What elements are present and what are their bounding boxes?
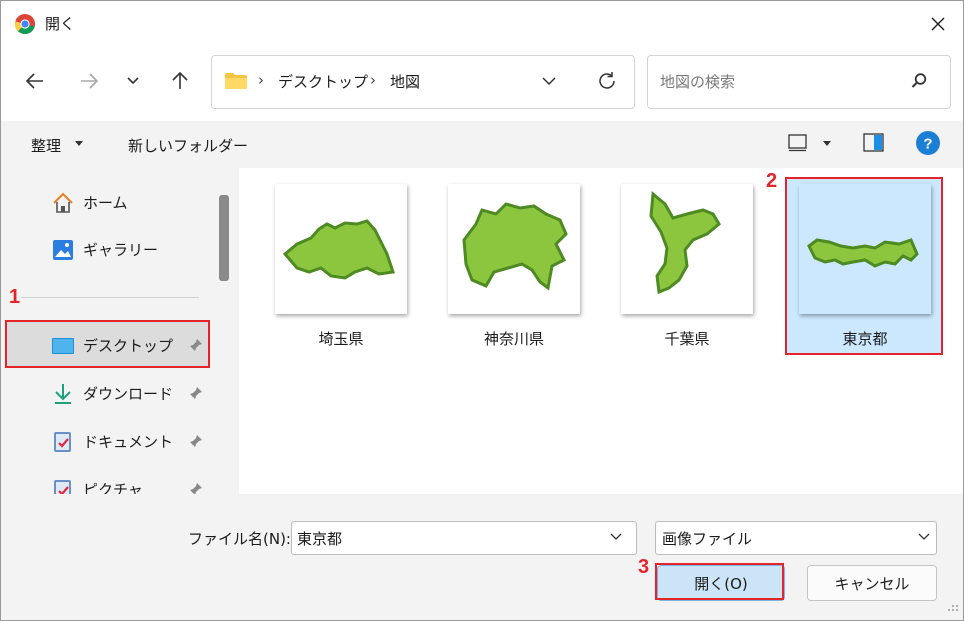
gallery-icon bbox=[53, 240, 73, 260]
chevron-down-icon[interactable] bbox=[610, 533, 622, 541]
refresh-icon[interactable] bbox=[596, 70, 618, 92]
sidebar-item-gallery[interactable]: ギャラリー bbox=[7, 226, 209, 272]
documents-icon bbox=[54, 432, 71, 452]
file-thumbnail bbox=[275, 184, 407, 314]
back-arrow-icon bbox=[25, 73, 43, 89]
sidebar-item-label: ドキュメント bbox=[83, 433, 174, 451]
up-arrow-icon bbox=[172, 71, 188, 89]
forward-button[interactable] bbox=[74, 66, 104, 96]
scrollbar-thumb[interactable] bbox=[219, 195, 229, 281]
highlight-open-button bbox=[655, 563, 784, 600]
back-button[interactable] bbox=[20, 66, 50, 96]
breadcrumb-map[interactable]: 地図 bbox=[390, 71, 420, 92]
close-button[interactable] bbox=[921, 7, 955, 41]
recent-locations-button[interactable] bbox=[118, 66, 148, 96]
help-icon[interactable]: ? bbox=[915, 130, 941, 156]
breadcrumb-desktop[interactable]: デスクトップ bbox=[278, 71, 368, 92]
search-input[interactable] bbox=[658, 70, 902, 94]
highlight-desktop bbox=[5, 320, 210, 368]
window-title: 開く bbox=[45, 15, 76, 33]
chevron-down-icon[interactable] bbox=[918, 533, 930, 541]
sidebar-divider bbox=[21, 297, 199, 298]
filename-label: ファイル名(N): bbox=[188, 530, 291, 548]
pin-icon[interactable] bbox=[189, 434, 203, 448]
file-name: 埼玉県 bbox=[318, 330, 364, 348]
filename-value[interactable]: 東京都 bbox=[297, 528, 342, 549]
address-bar[interactable]: › デスクトップ › 地図 bbox=[211, 55, 635, 109]
sidebar-item-label: ホーム bbox=[83, 194, 128, 212]
pin-icon[interactable] bbox=[189, 482, 203, 494]
home-icon bbox=[53, 192, 73, 213]
map-shape-saitama bbox=[282, 219, 395, 280]
filename-field[interactable]: 東京都 bbox=[291, 521, 637, 555]
file-tile-chiba[interactable]: 千葉県 bbox=[609, 178, 765, 355]
chevron-down-icon[interactable] bbox=[540, 72, 558, 90]
sidebar-scrollbar[interactable] bbox=[213, 168, 237, 494]
search-icon[interactable] bbox=[910, 72, 928, 90]
file-thumbnail bbox=[448, 184, 580, 314]
sidebar-item-documents[interactable]: ドキュメント bbox=[7, 418, 209, 464]
file-name: 千葉県 bbox=[664, 330, 710, 348]
sidebar-item-pictures[interactable]: ピクチャ bbox=[7, 466, 209, 494]
breadcrumb-separator: › bbox=[370, 71, 376, 89]
caret-down-icon[interactable] bbox=[75, 141, 83, 147]
sidebar-item-downloads[interactable]: ダウンロード bbox=[7, 370, 209, 416]
new-folder-button[interactable]: 新しいフォルダー bbox=[128, 135, 248, 156]
pin-icon[interactable] bbox=[189, 386, 203, 400]
folder-icon bbox=[225, 73, 247, 89]
view-mode-icon[interactable] bbox=[788, 134, 808, 152]
sidebar-item-label: ピクチャ bbox=[83, 481, 143, 494]
search-box[interactable] bbox=[647, 55, 951, 109]
file-thumbnail bbox=[621, 184, 753, 314]
command-bar: 整理 新しいフォルダー ? bbox=[1, 121, 963, 168]
highlight-tokyo-file bbox=[785, 177, 943, 355]
sidebar-item-label: ギャラリー bbox=[83, 241, 159, 259]
map-shape-kanagawa bbox=[462, 202, 568, 291]
dialog-footer: ファイル名(N): 東京都 画像ファイル 開く(O) キャンセル bbox=[1, 494, 963, 620]
close-icon bbox=[931, 17, 945, 31]
forward-arrow-icon bbox=[81, 73, 99, 89]
breadcrumb-separator: › bbox=[258, 71, 264, 89]
file-tile-kanagawa[interactable]: 神奈川県 bbox=[436, 178, 592, 355]
caret-down-icon[interactable] bbox=[823, 141, 831, 147]
title-bar: 開く bbox=[1, 1, 963, 46]
resize-grip-icon[interactable] bbox=[947, 604, 959, 612]
annotation-number-1: 1 bbox=[9, 286, 21, 308]
file-tile-saitama[interactable]: 埼玉県 bbox=[263, 178, 419, 355]
filetype-value: 画像ファイル bbox=[662, 530, 753, 548]
sidebar-item-label: ダウンロード bbox=[83, 385, 174, 403]
chrome-icon bbox=[14, 14, 35, 34]
annotation-number-3: 3 bbox=[638, 556, 650, 578]
sidebar-item-home[interactable]: ホーム bbox=[7, 179, 209, 225]
cancel-button[interactable]: キャンセル bbox=[807, 565, 937, 601]
preview-pane-icon[interactable] bbox=[863, 133, 885, 153]
organize-menu[interactable]: 整理 bbox=[31, 135, 61, 156]
download-icon bbox=[55, 384, 71, 404]
svg-text:?: ? bbox=[923, 136, 932, 153]
map-shape-chiba bbox=[649, 191, 721, 295]
up-button[interactable] bbox=[165, 66, 195, 96]
filetype-select[interactable]: 画像ファイル bbox=[655, 521, 937, 555]
file-name: 神奈川県 bbox=[483, 330, 544, 348]
annotation-number-2: 2 bbox=[766, 170, 778, 192]
navigation-bar: › デスクトップ › 地図 bbox=[1, 46, 963, 122]
pictures-icon bbox=[54, 480, 71, 494]
chevron-down-icon bbox=[127, 77, 139, 85]
